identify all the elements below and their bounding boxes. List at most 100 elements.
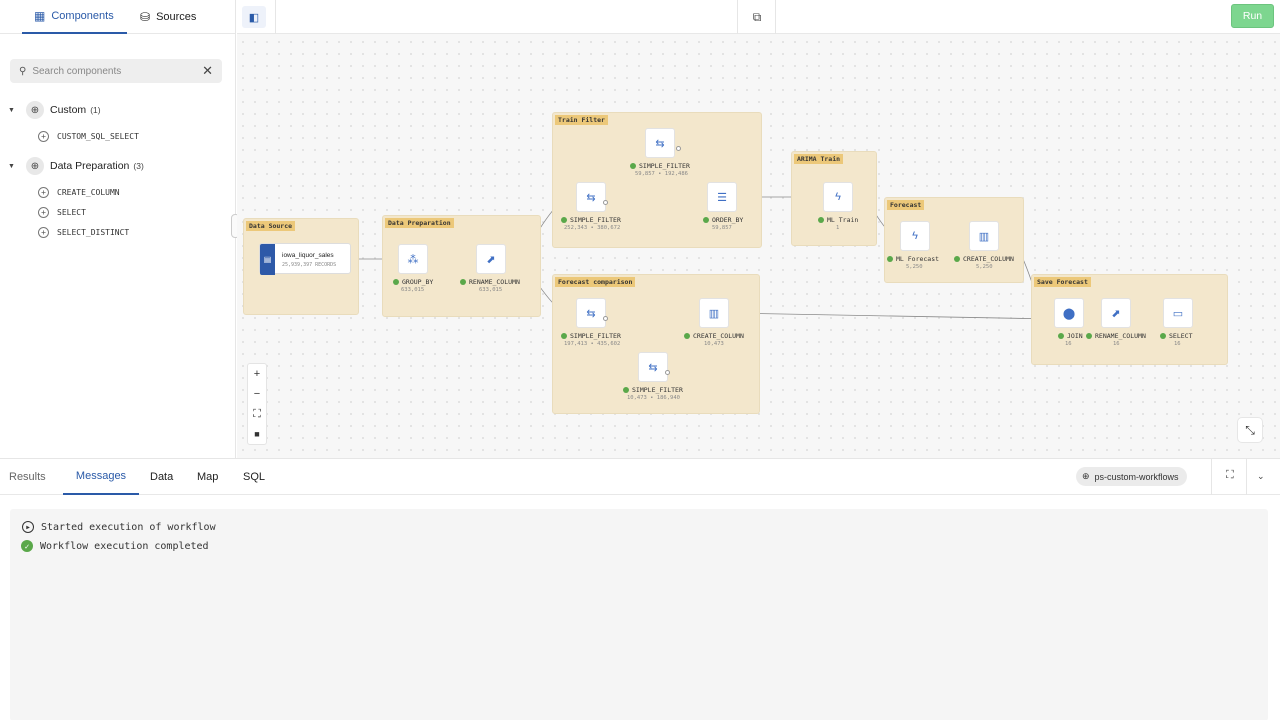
node-select[interactable]: ▭ xyxy=(1163,298,1193,328)
zoom-controls: + − ⛶ ■ xyxy=(247,363,267,445)
node-label: ML Train xyxy=(818,216,858,224)
tab-components[interactable]: ▦ Components xyxy=(22,0,127,34)
node-rename-column[interactable]: ⬈ xyxy=(1101,298,1131,328)
chevron-down-icon[interactable]: ▼ xyxy=(8,107,26,114)
filter-icon: ⇆ xyxy=(655,137,665,150)
globe-icon: ⊕ xyxy=(26,101,44,119)
add-icon[interactable]: + xyxy=(38,226,49,238)
output-port[interactable] xyxy=(603,316,608,321)
output-tabs: Results Messages Data Map SQL ⊕ ps-custo… xyxy=(0,459,1280,495)
component-label: CUSTOM_SQL_SELECT xyxy=(57,131,139,141)
add-icon[interactable]: + xyxy=(38,186,49,198)
node-simple-filter[interactable]: ⇆ xyxy=(645,128,675,158)
fullscreen-icon[interactable]: ⛶ xyxy=(1226,469,1234,482)
node-label-text: ORDER_BY xyxy=(712,216,744,224)
message-text: Started execution of workflow xyxy=(41,521,216,533)
component-item[interactable]: + SELECT xyxy=(38,204,86,220)
zoom-out-icon[interactable]: − xyxy=(248,384,266,404)
node-label: SIMPLE_FILTER xyxy=(561,216,621,224)
left-tabs: ▦ Components ⛁ Sources xyxy=(0,0,235,34)
add-icon[interactable]: + xyxy=(38,206,49,218)
sort-icon: ☰ xyxy=(717,191,727,204)
component-item[interactable]: + SELECT_DISTINCT xyxy=(38,224,129,240)
success-icon xyxy=(684,333,690,339)
node-count: 633,015 xyxy=(479,287,503,293)
tab-map[interactable]: Map xyxy=(197,459,218,495)
node-ml-forecast[interactable]: ϟ xyxy=(900,221,930,251)
node-group-by[interactable]: ⁂ xyxy=(398,244,428,274)
add-note-icon[interactable]: ⧉ xyxy=(745,6,769,28)
node-create-column[interactable]: ▥ xyxy=(699,298,729,328)
search-placeholder: Search components xyxy=(32,65,122,77)
tab-messages[interactable]: Messages xyxy=(63,459,139,495)
lightning-icon: ϟ xyxy=(835,191,841,203)
group-label: Train Filter xyxy=(555,115,608,125)
sidebar-toggle-icon[interactable]: ◧ xyxy=(242,6,266,28)
node-order-by[interactable]: ☰ xyxy=(707,182,737,212)
node-count: 16 xyxy=(1113,341,1120,347)
zoom-in-icon[interactable]: + xyxy=(248,364,266,384)
lock-icon[interactable]: ■ xyxy=(248,424,266,444)
node-label-text: CREATE_COLUMN xyxy=(963,255,1014,263)
node-label-text: SIMPLE_FILTER xyxy=(570,332,621,340)
table-icon: ▤ xyxy=(260,244,275,275)
node-join[interactable]: ⬤ xyxy=(1054,298,1084,328)
search-field[interactable]: ⚲ Search components ✕ xyxy=(10,59,222,83)
node-simple-filter[interactable]: ⇆ xyxy=(638,352,668,382)
tab-results[interactable]: Results xyxy=(9,459,46,495)
category-custom[interactable]: ▼ ⊕ Custom (1) xyxy=(8,100,101,120)
divider xyxy=(775,0,776,34)
node-ml-train[interactable]: ϟ xyxy=(823,182,853,212)
rename-icon: ⬈ xyxy=(1111,307,1121,320)
tab-sources-label: Sources xyxy=(156,11,197,23)
add-column-icon: ▥ xyxy=(708,307,720,320)
tab-sources[interactable]: ⛁ Sources xyxy=(140,0,196,34)
node-rename-column[interactable]: ⬈ xyxy=(476,244,506,274)
category-label: Custom xyxy=(50,104,87,116)
node-count: 197,413 • 435,602 xyxy=(564,341,621,347)
success-icon xyxy=(561,333,567,339)
node-label: JOIN xyxy=(1058,332,1083,340)
category-count: (1) xyxy=(90,105,101,115)
category-label: Data Preparation xyxy=(50,160,130,172)
lightning-icon: ϟ xyxy=(912,230,918,242)
run-button[interactable]: Run xyxy=(1231,4,1274,28)
connection-badge[interactable]: ⊕ ps-custom-workflows xyxy=(1076,467,1187,486)
node-label-text: RENAME_COLUMN xyxy=(1095,332,1146,340)
component-item[interactable]: + CREATE_COLUMN xyxy=(38,184,120,200)
group-label: Forecast comparison xyxy=(555,277,636,287)
node-label-text: SIMPLE_FILTER xyxy=(639,162,690,170)
component-item[interactable]: + CUSTOM_SQL_SELECT xyxy=(38,128,139,144)
output-port[interactable] xyxy=(665,370,670,375)
node-count: 16 xyxy=(1065,341,1072,347)
output-port[interactable] xyxy=(676,146,681,151)
add-icon[interactable]: + xyxy=(38,130,49,142)
clear-search-icon[interactable]: ✕ xyxy=(202,63,213,79)
node-create-column[interactable]: ▥ xyxy=(969,221,999,251)
tab-sql[interactable]: SQL xyxy=(243,459,265,495)
success-icon xyxy=(623,387,629,393)
divider xyxy=(275,0,276,34)
chevron-down-icon[interactable]: ⌄ xyxy=(1257,471,1265,482)
tab-data[interactable]: Data xyxy=(150,459,173,495)
node-label: RENAME_COLUMN xyxy=(1086,332,1146,340)
group-label: Forecast xyxy=(887,200,925,210)
success-icon xyxy=(954,256,960,262)
expand-icon[interactable]: ⤡ xyxy=(1238,418,1262,442)
group-label: Data Source xyxy=(246,221,296,231)
category-data-preparation[interactable]: ▼ ⊕ Data Preparation (3) xyxy=(8,156,144,176)
divider xyxy=(1246,459,1247,495)
node-simple-filter[interactable]: ⇆ xyxy=(576,182,606,212)
group-label: Save Forecast xyxy=(1034,277,1091,287)
add-column-icon: ▥ xyxy=(978,230,990,243)
check-circle-icon: ✓ xyxy=(21,540,33,552)
fit-view-icon[interactable]: ⛶ xyxy=(248,404,266,424)
success-icon xyxy=(630,163,636,169)
output-port[interactable] xyxy=(603,200,608,205)
node-simple-filter[interactable]: ⇆ xyxy=(576,298,606,328)
node-label-text: ML Forecast xyxy=(896,255,940,263)
chevron-down-icon[interactable]: ▼ xyxy=(8,163,26,170)
divider xyxy=(737,0,738,34)
category-count: (3) xyxy=(133,161,144,171)
source-node[interactable]: ▤ iowa_liquor_sales 25,939,397 RECORDS xyxy=(259,243,351,275)
